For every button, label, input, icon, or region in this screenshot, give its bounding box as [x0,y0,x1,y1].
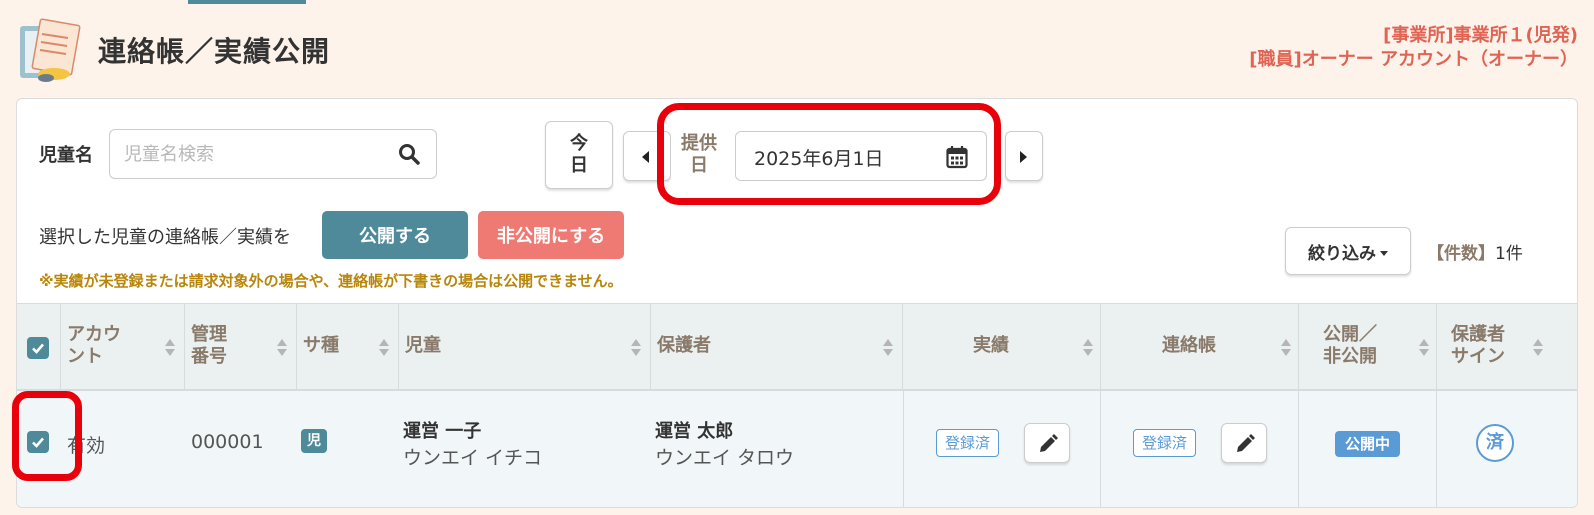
sort-icon[interactable] [1083,339,1093,357]
header-select-cell [17,304,61,389]
cell-notebook: 登録済 [1101,391,1299,507]
child-name: 運営 一子 [403,421,482,442]
count-value: 1件 [1495,244,1523,264]
header-account-label: アカウント [67,324,121,367]
sort-icon[interactable] [1533,339,1543,357]
check-icon [32,343,44,354]
checkbox-highlight-annotation [12,391,82,481]
search-box[interactable] [109,129,437,179]
edit-record-button[interactable] [1024,423,1070,463]
user-info: [事業所]事業所１(児発) [職員]オーナー アカウント（オーナー） [1249,24,1578,72]
guardian-kana: ウンエイ タロウ [655,447,795,469]
publish-button[interactable]: 公開する [322,211,468,259]
table-header: アカウント 管理番号 サ種 児童 保護者 実績 連絡帳 公開／非公開 保護者サイ… [17,303,1577,391]
pencil-icon [1040,434,1058,452]
date-highlight-annotation [657,103,1001,205]
today-button-label: 今日 [570,133,588,176]
cell-record: 登録済 [903,391,1101,507]
sort-icon[interactable] [165,339,175,357]
service-type-badge: 児 [301,429,327,453]
header-manage-no-label: 管理番号 [191,324,227,367]
header-service-type-label: サ種 [303,335,339,356]
header-notebook-label: 連絡帳 [1162,335,1216,356]
header-guardian-label: 保護者 [657,335,711,356]
page-title: 連絡帳／実績公開 [98,35,331,68]
sort-icon[interactable] [631,339,641,357]
header-guardian-sign-label: 保護者サイン [1451,324,1505,367]
publish-status-badge: 公開中 [1335,431,1401,457]
sort-icon[interactable] [1419,339,1429,357]
child-name-label: 児童名 [39,145,93,166]
table-row: 有効 000001 児 運営 一子 ウンエイ イチコ 運営 太郎 ウンエイ タロ… [17,391,1577,507]
header-service-type[interactable]: サ種 [297,304,399,389]
header-guardian-sign[interactable]: 保護者サイン [1437,304,1577,389]
page-header: 連絡帳／実績公開 [事業所]事業所１(児発) [職員]オーナー アカウント（オー… [16,16,1578,88]
count-label: 【件数】 [1427,244,1495,264]
cell-manage-no: 000001 [191,431,264,453]
header-notebook[interactable]: 連絡帳 [1101,304,1299,389]
header-record[interactable]: 実績 [903,304,1101,389]
select-all-checkbox[interactable] [27,337,49,359]
header-child[interactable]: 児童 [399,304,651,389]
today-button[interactable]: 今日 [545,121,613,189]
child-search-input[interactable] [124,140,384,168]
header-manage-no[interactable]: 管理番号 [185,304,297,389]
notebook-status-badge: 登録済 [1133,429,1197,457]
header-child-label: 児童 [405,335,441,356]
header-guardian[interactable]: 保護者 [651,304,903,389]
pencil-icon [1237,434,1255,452]
header-publish-label: 公開／非公開 [1323,324,1377,367]
notebook-illustration-icon [20,18,81,82]
caret-down-icon [1380,251,1388,256]
search-icon[interactable] [398,143,420,165]
filter-dropdown-button[interactable]: 絞り込み [1285,227,1411,275]
selection-note: 選択した児童の連絡帳／実績を [39,227,291,248]
header-publish[interactable]: 公開／非公開 [1299,304,1437,389]
office-label: [事業所]事業所１(児発) [1383,25,1578,46]
result-count: 【件数】1件 [1427,239,1523,264]
active-tab-indicator [188,0,306,4]
sort-icon[interactable] [883,339,893,357]
edit-notebook-button[interactable] [1221,423,1267,463]
sort-icon[interactable] [277,339,287,357]
header-account[interactable]: アカウント [61,304,185,389]
unpublish-button[interactable]: 非公開にする [478,211,624,259]
sort-icon[interactable] [379,339,389,357]
caret-right-icon [1020,151,1027,163]
filter-button-label: 絞り込み [1308,243,1376,264]
next-date-button[interactable] [1005,131,1043,181]
guardian-name: 運営 太郎 [655,421,734,442]
header-record-label: 実績 [973,335,1009,356]
guardian-sign-status: 済 [1476,424,1514,462]
record-status-badge: 登録済 [936,429,1000,457]
sort-icon[interactable] [1281,339,1291,357]
warning-note: ※実績が未登録または請求対象外の場合や、連絡帳が下書きの場合は公開できません。 [39,272,623,290]
staff-label: [職員]オーナー アカウント（オーナー） [1249,49,1578,70]
caret-left-icon [642,151,649,163]
child-kana: ウンエイ イチコ [403,447,543,469]
main-panel: 児童名 今日 提供日 2025年6月1日 選択した児童の連絡帳／実績を 公開する… [16,98,1578,508]
